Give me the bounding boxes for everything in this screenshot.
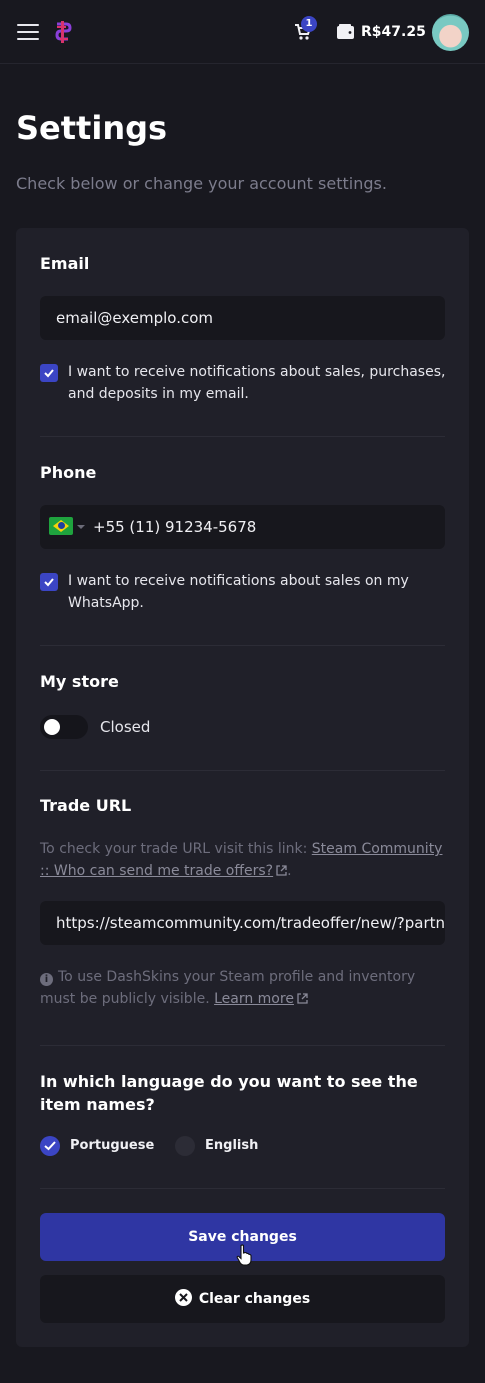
info-icon: i — [40, 973, 53, 986]
english-radio[interactable] — [175, 1136, 195, 1156]
save-changes-label: Save changes — [188, 1229, 297, 1245]
language-option-portuguese[interactable]: Portuguese — [40, 1135, 154, 1157]
phone-field[interactable]: +55 (11) 91234-5678 — [40, 505, 445, 549]
close-icon — [174, 1289, 192, 1306]
trade-url-help-suffix: . — [287, 863, 292, 879]
cart-count-badge: 1 — [301, 16, 317, 32]
brazil-flag-icon[interactable] — [49, 517, 73, 535]
menu-icon[interactable] — [17, 23, 39, 41]
email-field[interactable]: email@exemplo.com — [40, 296, 445, 340]
learn-more-link[interactable]: Learn more — [214, 991, 294, 1007]
wallet-icon[interactable] — [337, 24, 354, 39]
divider — [40, 1045, 445, 1046]
logo-icon[interactable] — [53, 21, 73, 43]
email-notify-option[interactable]: I want to receive notifications about sa… — [40, 361, 445, 405]
phone-notify-option[interactable]: I want to receive notifications about sa… — [40, 570, 445, 614]
avatar[interactable] — [432, 14, 469, 51]
hand-pointer-cursor-icon — [236, 1244, 252, 1266]
clear-changes-label: Clear changes — [198, 1291, 311, 1307]
external-link-icon[interactable] — [297, 993, 308, 1004]
store-status-label: Closed — [100, 718, 151, 736]
phone-value[interactable]: +55 (11) 91234-5678 — [93, 505, 256, 549]
trade-url-input[interactable]: https://steamcommunity.com/tradeoffer/ne… — [40, 901, 445, 945]
divider — [40, 770, 445, 771]
trade-url-section-title: Trade URL — [40, 796, 132, 815]
email-notify-checkbox[interactable] — [40, 364, 58, 382]
trade-url-info: i To use DashSkins your Steam profile and… — [40, 966, 445, 1010]
store-section-title: My store — [40, 672, 119, 691]
page-subtitle: Check below or change your account setti… — [16, 174, 387, 193]
divider — [40, 1188, 445, 1189]
email-notify-label: I want to receive notifications about sa… — [68, 364, 446, 402]
phone-section-title: Phone — [40, 463, 97, 482]
english-label: English — [205, 1138, 259, 1153]
clear-changes-button[interactable]: Clear changes — [40, 1275, 445, 1323]
chevron-down-icon[interactable] — [77, 525, 85, 529]
external-link-icon[interactable] — [276, 865, 287, 876]
divider — [40, 436, 445, 437]
divider — [40, 645, 445, 646]
phone-notify-label: I want to receive notifications about sa… — [68, 573, 409, 611]
language-section-title: In which language do you want to see the… — [40, 1072, 418, 1114]
language-option-english[interactable]: English — [175, 1135, 265, 1157]
store-toggle[interactable] — [40, 715, 88, 739]
top-bar: 1 R$47.25 — [0, 0, 485, 64]
wallet-balance[interactable]: R$47.25 — [361, 22, 426, 42]
email-section-title: Email — [40, 254, 90, 273]
trade-url-help: To check your trade URL visit this link:… — [40, 838, 445, 882]
trade-url-help-prefix: To check your trade URL visit this link: — [40, 841, 312, 857]
page-title: Settings — [16, 109, 168, 147]
portuguese-radio[interactable] — [40, 1136, 60, 1156]
phone-notify-checkbox[interactable] — [40, 573, 58, 591]
portuguese-label: Portuguese — [70, 1138, 155, 1153]
settings-card: Email email@exemplo.com I want to receiv… — [16, 228, 469, 1347]
